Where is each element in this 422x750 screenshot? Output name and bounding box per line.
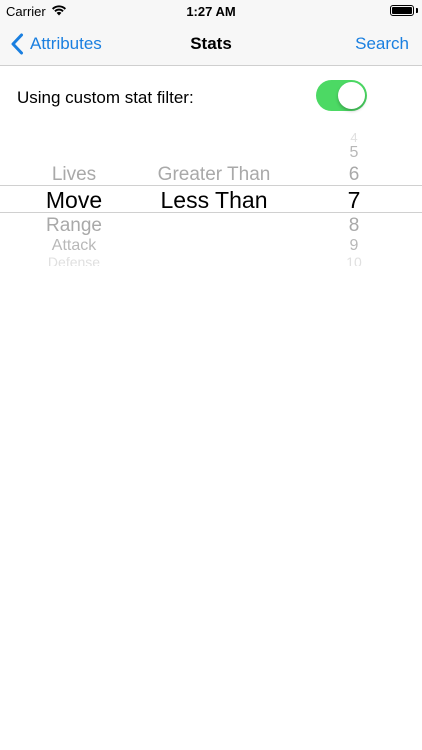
picker-row[interactable]: 5 — [330, 144, 378, 162]
picker-row[interactable]: Greater Than — [144, 164, 284, 186]
toggle-knob — [338, 82, 365, 109]
status-bar: Carrier 1:27 AM — [0, 0, 422, 22]
value-picker-column[interactable]: 4 5 6 7 8 9 10 — [330, 126, 378, 268]
picker-row[interactable]: Attack — [20, 237, 128, 255]
status-time: 1:27 AM — [186, 4, 236, 19]
custom-filter-label: Using custom stat filter: — [17, 88, 194, 107]
picker-row[interactable]: Range — [20, 215, 128, 237]
picker-selected-row[interactable]: 7 — [330, 187, 378, 214]
picker-row[interactable]: 9 — [330, 237, 378, 255]
picker-selected-row[interactable]: Less Than — [144, 187, 284, 214]
navigation-bar: Attributes Stats Search — [0, 22, 422, 66]
battery-tip — [416, 8, 418, 13]
picker-row[interactable]: 6 — [330, 164, 378, 186]
picker-row[interactable]: 8 — [330, 215, 378, 237]
picker-row[interactable]: Lives — [20, 164, 128, 186]
comparison-picker-column[interactable]: Greater Than Less Than — [144, 126, 284, 268]
search-button[interactable]: Search — [355, 34, 409, 54]
picker-selected-row[interactable]: Move — [20, 187, 128, 214]
picker-row[interactable]: 10 — [330, 254, 378, 266]
stat-picker: Lives Move Range Attack Defense Greater … — [0, 126, 422, 268]
battery-icon — [390, 5, 414, 16]
picker-row[interactable]: Defense — [20, 254, 128, 266]
stat-picker-column[interactable]: Lives Move Range Attack Defense — [20, 126, 128, 268]
custom-filter-row: Using custom stat filter: — [0, 66, 422, 126]
custom-filter-toggle[interactable] — [316, 80, 367, 111]
picker-row[interactable]: 4 — [330, 130, 378, 145]
